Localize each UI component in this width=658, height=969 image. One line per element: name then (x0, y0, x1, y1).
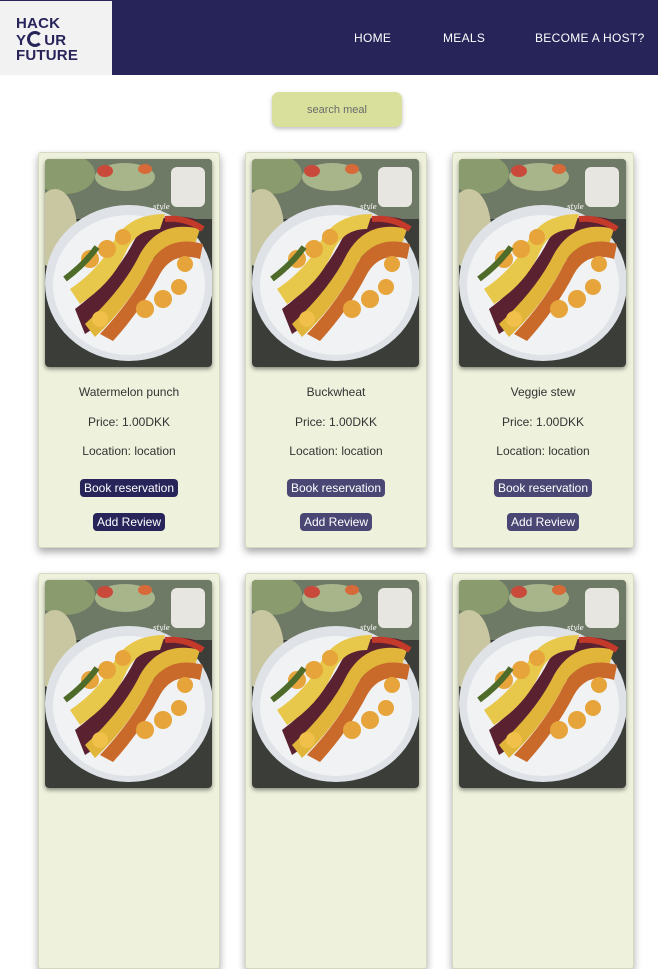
meal-price: Price: 1.00DKK (87, 415, 171, 429)
meal-location: Location: location (289, 444, 383, 458)
meal-location: Location: location (496, 444, 590, 458)
add-review-button[interactable]: Add Review (299, 513, 373, 531)
logo-line-3: FUTURE (16, 47, 79, 64)
meal-price: Price: 1.00DKK (294, 415, 378, 429)
nav-home-link[interactable]: HOME (354, 31, 391, 45)
meal-card: Veggie stew Price: 1.00DKK Location: loc… (452, 152, 634, 548)
meal-image (459, 159, 626, 367)
meal-card (245, 573, 427, 969)
book-reservation-button[interactable]: Book reservation (286, 479, 386, 497)
meal-title: Buckwheat (306, 385, 366, 399)
meal-card (38, 573, 220, 969)
book-reservation-button[interactable]: Book reservation (493, 479, 593, 497)
meal-image (459, 580, 626, 788)
top-navbar: HACK Y UR FUTURE HOME MEALS BECOME A HOST… (0, 0, 658, 75)
meal-image (252, 159, 419, 367)
meal-image (45, 580, 212, 788)
add-review-button[interactable]: Add Review (506, 513, 580, 531)
meal-card: Buckwheat Price: 1.00DKK Location: locat… (245, 152, 427, 548)
meal-location: Location: location (82, 444, 176, 458)
add-review-button[interactable]: Add Review (92, 513, 166, 531)
nav-become-host-link[interactable]: BECOME A HOST? (535, 31, 645, 45)
meal-image (252, 580, 419, 788)
meal-card (452, 573, 634, 969)
nav-meals-link[interactable]: MEALS (443, 31, 485, 45)
meal-title: Veggie stew (510, 385, 576, 399)
search-meal-input[interactable] (272, 92, 402, 127)
meal-price: Price: 1.00DKK (501, 415, 585, 429)
logo-ring-icon (27, 31, 44, 47)
meal-image (45, 159, 212, 367)
hyf-logo[interactable]: HACK Y UR FUTURE (0, 1, 112, 75)
logo-line-1: HACK (16, 15, 61, 32)
meal-card: Watermelon punch Price: 1.00DKK Location… (38, 152, 220, 548)
meal-title: Watermelon punch (78, 385, 180, 399)
book-reservation-button[interactable]: Book reservation (79, 479, 179, 497)
